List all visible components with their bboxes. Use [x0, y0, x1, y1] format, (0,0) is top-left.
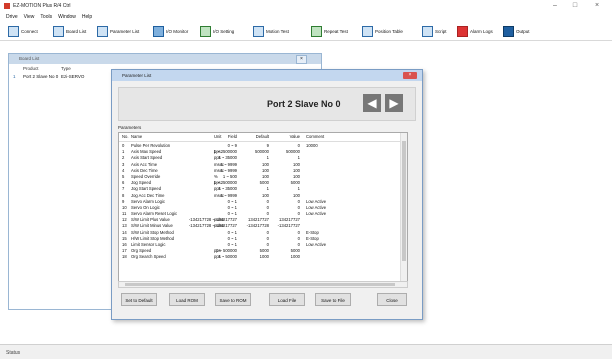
- cell-default: 1000: [259, 254, 269, 260]
- cell-name: Org Search Speed: [131, 254, 166, 260]
- alarm-icon: [457, 25, 468, 37]
- scroll-thumb[interactable]: [402, 141, 406, 261]
- table-icon: [362, 25, 373, 37]
- arrow-right-icon: ▶: [389, 96, 399, 110]
- close-button[interactable]: ×: [590, 2, 604, 10]
- row-product: Port 2 Slave No 0: [23, 74, 59, 79]
- repeat-test-button[interactable]: Repeat Test: [311, 25, 348, 37]
- app-logo-icon: [4, 3, 10, 9]
- menu-drive[interactable]: Drive: [6, 14, 18, 20]
- parameter-table[interactable]: No. Name Unit Field Default Value Commen…: [118, 132, 408, 282]
- status-text: Status: [6, 350, 21, 356]
- column-type: Type: [61, 66, 71, 71]
- motion-test-button[interactable]: Motion Test: [253, 25, 289, 37]
- params-icon: [97, 25, 108, 37]
- script-icon: [422, 25, 433, 37]
- motion-icon: [253, 25, 264, 37]
- board-list-titlebar[interactable]: Board List ×: [9, 54, 321, 64]
- alarm-logs-button[interactable]: Alarm Logs: [457, 25, 493, 37]
- plug-icon: [8, 25, 19, 37]
- table-body: 0 Pulse Per Revolution 0 ~ 9 9 0 10000 1 Axis M…: [119, 142, 407, 260]
- position-table-button[interactable]: Position Table: [362, 25, 403, 37]
- menu-window[interactable]: Window: [58, 14, 76, 20]
- toolbar: Connect Board List Parameter List I/O Mo…: [0, 22, 612, 41]
- output-icon: [503, 25, 514, 37]
- board-list-button[interactable]: Board List: [53, 25, 86, 37]
- save-file-button[interactable]: Save to File: [315, 293, 351, 306]
- parameter-list-title: Parameter List: [122, 73, 152, 78]
- parameters-label: Parameters: [118, 125, 142, 130]
- close-dialog-button[interactable]: Close: [377, 293, 407, 306]
- cell-value[interactable]: 1000: [291, 254, 300, 259]
- prev-slave-button[interactable]: ◀: [363, 94, 381, 112]
- row-type: Ezi-SERVO: [61, 74, 85, 79]
- set-default-button[interactable]: Set to Default: [121, 293, 157, 306]
- parameter-list-window[interactable]: Parameter List × Port 2 Slave No 0 ◀ ▶ P…: [111, 69, 423, 320]
- col-name: Name: [131, 134, 143, 139]
- column-product: Product: [23, 66, 39, 71]
- cell-field: 1 ~ 50000: [218, 254, 237, 260]
- col-field: Field: [227, 134, 237, 139]
- save-rom-button[interactable]: Save to ROM: [215, 293, 251, 306]
- window-title: EZ-MOTION Plus R/4 Ctrl: [13, 3, 71, 9]
- table-header: No. Name Unit Field Default Value Commen…: [119, 133, 407, 142]
- script-button[interactable]: Script: [422, 25, 447, 37]
- menu-view[interactable]: View: [24, 14, 35, 20]
- board-list-title: Board List: [19, 56, 40, 61]
- arrow-left-icon: ◀: [367, 96, 377, 110]
- list-icon: [53, 25, 64, 37]
- horizontal-scrollbar[interactable]: [118, 281, 408, 288]
- hscroll-thumb[interactable]: [125, 283, 395, 286]
- menu-tools[interactable]: Tools: [40, 14, 52, 20]
- load-file-button[interactable]: Load File: [269, 293, 305, 306]
- col-no: No.: [122, 134, 129, 139]
- parameter-list-close-button[interactable]: ×: [403, 72, 417, 79]
- load-rom-button[interactable]: Load ROM: [169, 293, 205, 306]
- io-monitor-icon: [153, 25, 164, 37]
- status-bar: Status: [0, 344, 612, 359]
- minimize-button[interactable]: –: [548, 2, 562, 10]
- io-setting-icon: [200, 25, 211, 37]
- io-setting-button[interactable]: I/O Setting: [200, 25, 234, 37]
- col-comment: Comment: [306, 134, 325, 139]
- slave-title: Port 2 Slave No 0: [267, 99, 341, 109]
- output-button[interactable]: Output: [503, 25, 530, 37]
- menu-help[interactable]: Help: [82, 14, 92, 20]
- row-marker: 1: [13, 74, 16, 79]
- board-list-close-button[interactable]: ×: [296, 55, 307, 64]
- connect-button[interactable]: Connect: [8, 25, 38, 37]
- menu-bar: Drive View Tools Window Help: [0, 12, 612, 22]
- parameter-list-button[interactable]: Parameter List: [97, 25, 139, 37]
- table-row[interactable]: 18 Org Search Speed pps 1 ~ 50000 1000 1000: [119, 253, 407, 259]
- maximize-button[interactable]: □: [568, 2, 582, 10]
- button-row: Set to Default Load ROM Save to ROM Load…: [112, 293, 422, 307]
- col-value: Value: [289, 134, 300, 139]
- io-monitor-button[interactable]: I/O Monitor: [153, 25, 188, 37]
- col-default: Default: [255, 134, 269, 139]
- slave-header: Port 2 Slave No 0 ◀ ▶: [118, 87, 416, 121]
- col-unit: Unit: [214, 134, 222, 139]
- parameter-list-titlebar[interactable]: Parameter List ×: [112, 70, 422, 81]
- repeat-icon: [311, 25, 322, 37]
- vertical-scrollbar[interactable]: [400, 133, 407, 281]
- next-slave-button[interactable]: ▶: [385, 94, 403, 112]
- cell-no: 18: [122, 254, 127, 260]
